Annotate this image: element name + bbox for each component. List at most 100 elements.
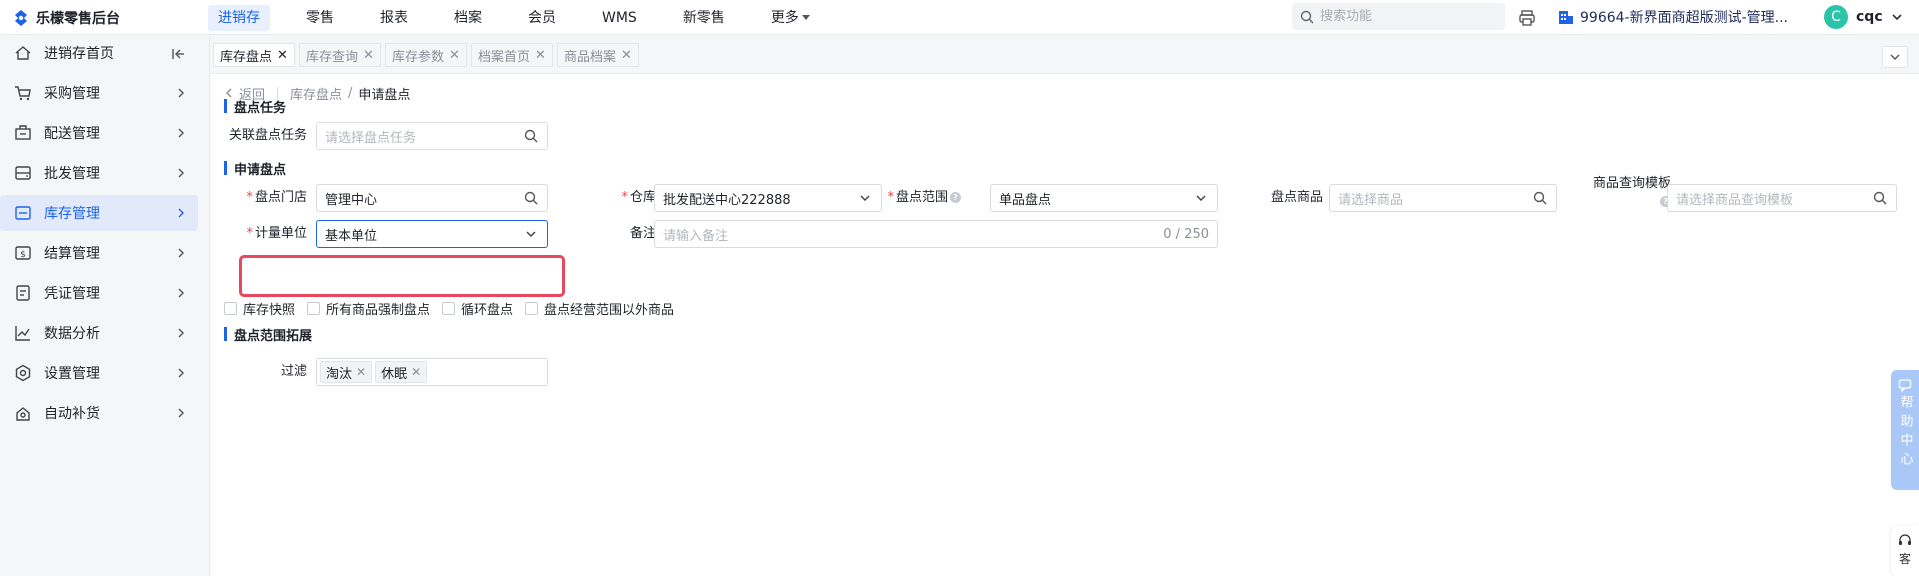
sidebar-item-home[interactable]: 进销存首页 bbox=[0, 35, 198, 71]
tab-product-archive[interactable]: 商品档案 ✕ bbox=[557, 43, 639, 67]
store-select[interactable]: 管理中心 bbox=[316, 184, 548, 212]
breadcrumb-parent[interactable]: 库存盘点 bbox=[290, 84, 342, 103]
service-label: 客 bbox=[1898, 552, 1911, 566]
close-icon[interactable]: ✕ bbox=[535, 49, 546, 62]
highlight-frame bbox=[239, 255, 565, 297]
tag-label: 休眠 bbox=[381, 366, 408, 382]
tab-list-dropdown[interactable] bbox=[1882, 46, 1908, 68]
unit-label-text: 计量单位 bbox=[254, 226, 307, 241]
close-icon[interactable]: ✕ bbox=[411, 365, 421, 379]
close-icon[interactable]: ✕ bbox=[449, 49, 460, 62]
checkbox-label: 盘点经营范围以外商品 bbox=[544, 302, 675, 318]
scope-label: * 盘点范围? bbox=[883, 184, 961, 212]
chevron-right-icon bbox=[174, 206, 188, 220]
tab-inventory-count[interactable]: 库存盘点 ✕ bbox=[213, 43, 295, 67]
warehouse-select[interactable]: 批发配送中心222888 bbox=[654, 184, 882, 212]
checkbox-force-all[interactable]: 所有商品强制盘点 bbox=[307, 299, 430, 318]
topnav-item-new-retail[interactable]: 新零售 bbox=[673, 5, 735, 31]
required-mark: * bbox=[887, 190, 894, 205]
checkbox-box[interactable] bbox=[525, 301, 539, 315]
template-placeholder: 请选择商品查询模板 bbox=[1676, 192, 1794, 208]
unit-select[interactable]: 基本单位 bbox=[316, 220, 548, 248]
tab-label: 库存参数 bbox=[392, 49, 445, 65]
required-mark: * bbox=[246, 226, 253, 241]
task-select[interactable]: 请选择盘点任务 bbox=[316, 122, 548, 150]
close-icon[interactable]: ✕ bbox=[621, 49, 632, 62]
chevron-right-icon bbox=[174, 126, 188, 140]
delivery-icon bbox=[14, 124, 32, 142]
unit-value: 基本单位 bbox=[325, 228, 378, 244]
sidebar-item-settlement[interactable]: $ 结算管理 bbox=[0, 235, 198, 271]
product-label: 盘点商品 bbox=[1270, 190, 1323, 205]
search-icon bbox=[1532, 190, 1548, 206]
svg-text:$: $ bbox=[20, 250, 26, 260]
sidebar-item-delivery[interactable]: 配送管理 bbox=[0, 115, 198, 151]
home-icon bbox=[14, 44, 32, 62]
chevron-down-icon bbox=[857, 190, 873, 206]
checkbox-cycle[interactable]: 循环盘点 bbox=[442, 299, 513, 318]
sidebar-item-purchase[interactable]: 采购管理 bbox=[0, 75, 198, 111]
scope-label-text: 盘点范围 bbox=[895, 190, 948, 205]
checkbox-label: 循环盘点 bbox=[461, 302, 514, 318]
chevron-down-icon bbox=[1892, 14, 1902, 21]
user-menu[interactable]: C cqc bbox=[1824, 4, 1903, 30]
topnav-item-inventory[interactable]: 进销存 bbox=[208, 4, 270, 31]
required-mark: * bbox=[621, 190, 628, 205]
chevron-down-icon bbox=[523, 226, 539, 242]
checkbox-box[interactable] bbox=[442, 301, 456, 315]
chevron-right-icon bbox=[174, 366, 188, 380]
checkbox-box[interactable] bbox=[307, 301, 321, 315]
checkbox-outside-scope[interactable]: 盘点经营范围以外商品 bbox=[525, 299, 674, 318]
help-center-button[interactable]: 帮助中心 bbox=[1891, 370, 1919, 490]
remark-count: 0 / 250 bbox=[1163, 226, 1209, 242]
sidebar-item-label: 凭证管理 bbox=[44, 286, 100, 302]
sidebar-item-inventory[interactable]: 库存管理 bbox=[0, 195, 198, 231]
topnav-item-members[interactable]: 会员 bbox=[518, 5, 566, 31]
sidebar-item-settings[interactable]: 设置管理 bbox=[0, 355, 198, 391]
sidebar-item-wholesale[interactable]: 批发管理 bbox=[0, 155, 198, 191]
tab-label: 商品档案 bbox=[564, 49, 617, 65]
tab-inventory-params[interactable]: 库存参数 ✕ bbox=[385, 43, 467, 67]
section-title-expand: 盘点范围拓展 bbox=[224, 325, 312, 344]
print-button[interactable] bbox=[1516, 7, 1538, 29]
warehouse-value: 批发配送中心222888 bbox=[663, 192, 791, 208]
app-logo[interactable]: 乐檬零售后台 bbox=[12, 7, 120, 29]
checkbox-label: 库存快照 bbox=[243, 302, 296, 318]
help-icon[interactable]: ? bbox=[950, 192, 961, 203]
tab-archive-home[interactable]: 档案首页 ✕ bbox=[471, 43, 553, 67]
tab-inventory-query[interactable]: 库存查询 ✕ bbox=[299, 43, 381, 67]
store-switcher[interactable]: 99664-新界面商超版测试-管理... bbox=[1558, 6, 1788, 28]
chevron-right-icon bbox=[174, 246, 188, 260]
sidebar-item-label: 自动补货 bbox=[44, 406, 100, 422]
close-icon[interactable]: ✕ bbox=[356, 365, 366, 379]
checkbox-snapshot[interactable]: 库存快照 bbox=[224, 299, 295, 318]
options-row: 库存快照 所有商品强制盘点 循环盘点 盘点经营范围以外商品 bbox=[224, 298, 686, 318]
filter-tag: 淘汰 ✕ bbox=[320, 361, 373, 383]
checkbox-box[interactable] bbox=[224, 301, 237, 315]
topnav-item-more[interactable]: 更多 bbox=[761, 5, 820, 31]
sidebar-collapse-button[interactable] bbox=[170, 46, 186, 62]
global-search-input[interactable] bbox=[1320, 9, 1490, 24]
close-icon[interactable]: ✕ bbox=[277, 49, 288, 62]
sidebar-item-voucher[interactable]: 凭证管理 bbox=[0, 275, 198, 311]
topnav-item-reports[interactable]: 报表 bbox=[370, 5, 418, 31]
top-bar: 乐檬零售后台 进销存 零售 报表 档案 会员 WMS 新零售 更多 99664-… bbox=[0, 0, 1919, 35]
template-select[interactable]: 请选择商品查询模板 bbox=[1667, 184, 1897, 212]
collapse-icon bbox=[172, 49, 184, 59]
topnav-item-archives[interactable]: 档案 bbox=[444, 5, 492, 31]
global-search[interactable] bbox=[1292, 3, 1505, 30]
customer-service-button[interactable]: 客 bbox=[1891, 526, 1919, 576]
filter-tags-input[interactable]: 淘汰 ✕ 休眠 ✕ bbox=[316, 358, 548, 386]
settlement-icon: $ bbox=[14, 244, 32, 262]
product-select[interactable]: 请选择商品 bbox=[1329, 184, 1557, 212]
close-icon[interactable]: ✕ bbox=[363, 49, 374, 62]
topnav-item-wms[interactable]: WMS bbox=[592, 5, 647, 31]
sidebar-item-label: 结算管理 bbox=[44, 246, 100, 262]
sidebar-item-label: 库存管理 bbox=[44, 206, 100, 222]
sidebar-item-analytics[interactable]: 数据分析 bbox=[0, 315, 198, 351]
topnav-item-retail[interactable]: 零售 bbox=[296, 5, 344, 31]
remark-input[interactable]: 请输入备注 0 / 250 bbox=[654, 220, 1218, 248]
sidebar-item-replenish[interactable]: 自动补货 bbox=[0, 395, 198, 431]
sidebar-item-label: 数据分析 bbox=[44, 326, 100, 342]
scope-select[interactable]: 单品盘点 bbox=[990, 184, 1218, 212]
